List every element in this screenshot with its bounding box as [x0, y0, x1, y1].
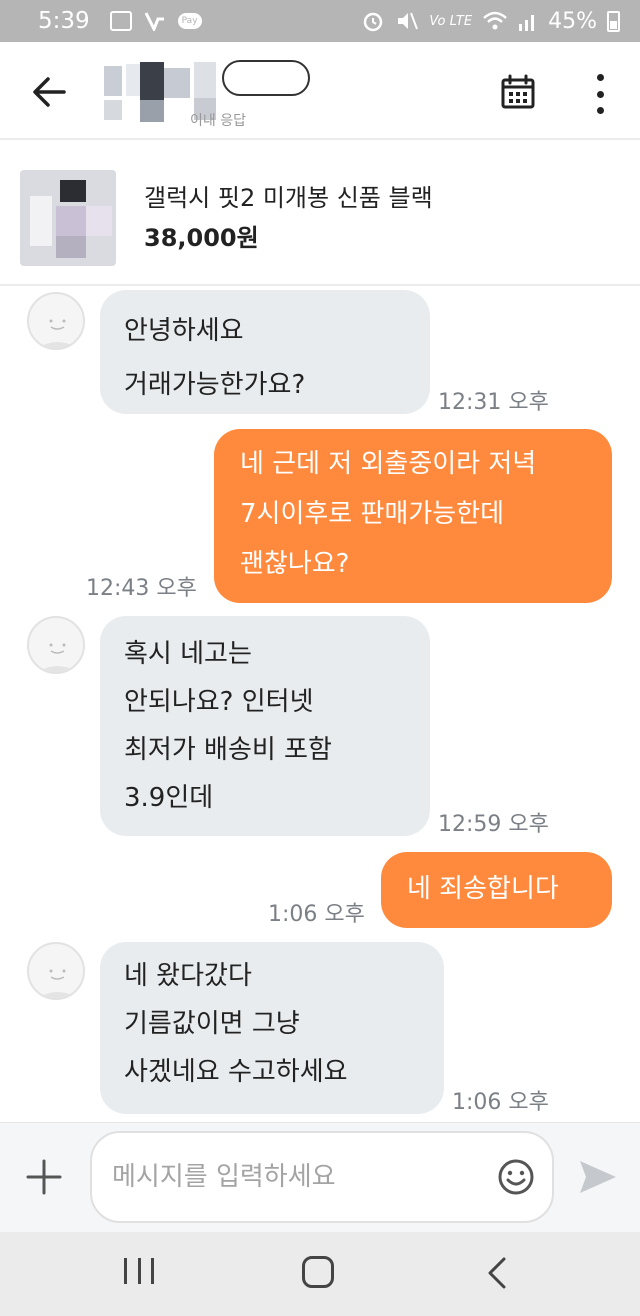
message-line: 3.9인데 [124, 783, 214, 813]
message-line: 네 근데 저 외출중이라 저녁 [240, 449, 537, 479]
message-line: 혹시 네고는 [124, 639, 252, 669]
emoji-icon[interactable] [496, 1157, 536, 1197]
message-time: 12:31 오후 [438, 390, 549, 415]
partner-avatar[interactable] [27, 616, 85, 674]
product-summary[interactable]: 갤럭시 핏2 미개봉 신품 블랙 38,000원 [0, 140, 640, 286]
alarm-icon [364, 12, 383, 32]
volte-icon: Vo LTE [429, 13, 473, 29]
partner-avatar[interactable] [27, 942, 85, 1000]
message-composer [0, 1122, 640, 1232]
product-thumbnail [20, 170, 116, 266]
message-time: 12:59 오후 [438, 812, 549, 837]
message-time: 1:06 오후 [452, 1090, 549, 1115]
arrow-left-icon[interactable] [30, 72, 70, 112]
message-line: 네 왔다갔다 [124, 961, 252, 991]
incoming-message[interactable]: 혹시 네고는 안되나요? 인터넷 최저가 배송비 포함 3.9인데 [100, 616, 430, 836]
default-avatar-icon [38, 319, 78, 348]
message-line: 안녕하세요 [124, 316, 244, 346]
message-list[interactable]: 안녕하세요 거래가능한가요? 12:31 오후 12:43 오후 네 근데 저 … [0, 286, 640, 1122]
message-line: 거래가능한가요? [124, 370, 306, 400]
signal-icon [519, 15, 535, 31]
product-title: 갤럭시 핏2 미개봉 신품 블랙 [144, 184, 433, 212]
incoming-message[interactable]: 네 왔다갔다 기름값이면 그냥 사겠네요 수고하세요 [100, 942, 444, 1114]
calendar-icon[interactable] [500, 74, 536, 110]
status-bar: 5:39 Pay Vo LTE 45% [0, 0, 640, 42]
recent-apps-icon[interactable] [124, 1258, 154, 1288]
message-time: 12:43 오후 [86, 576, 197, 601]
product-price: 38,000원 [144, 224, 259, 252]
send-icon[interactable] [578, 1159, 618, 1195]
status-time: 5:39 [38, 8, 90, 34]
message-time: 1:06 오후 [268, 902, 365, 927]
message-line: 네 죄송합니다 [407, 874, 559, 904]
mute-icon [398, 12, 419, 30]
outgoing-message[interactable]: 네 죄송합니다 [381, 852, 612, 928]
home-icon[interactable] [302, 1256, 334, 1288]
default-avatar-icon [38, 643, 78, 672]
system-nav-bar [0, 1232, 640, 1316]
wifi-icon [483, 11, 507, 30]
partner-avatar[interactable] [27, 292, 85, 350]
battery-icon [607, 10, 620, 32]
message-line: 최저가 배송비 포함 [124, 735, 332, 765]
message-line: 괜찮나요? [240, 549, 350, 579]
app-notification-icon [144, 12, 164, 31]
more-vertical-icon[interactable] [588, 74, 612, 114]
outgoing-message[interactable]: 네 근데 저 외출중이라 저녁 7시이후로 판매가능한데 괜찮나요? [214, 429, 612, 603]
message-line: 기름값이면 그냥 [124, 1009, 300, 1039]
message-field[interactable] [90, 1131, 554, 1223]
message-line: 7시이후로 판매가능한데 [240, 499, 505, 529]
message-line: 사겠네요 수고하세요 [124, 1057, 348, 1087]
response-pill [222, 60, 310, 96]
message-line: 안되나요? 인터넷 [124, 687, 314, 717]
system-back-icon[interactable] [486, 1256, 508, 1290]
default-avatar-icon [38, 969, 78, 998]
response-time-label: 이내 응답 [190, 113, 246, 129]
plus-icon[interactable] [24, 1157, 64, 1197]
gallery-icon [109, 11, 132, 31]
pay-icon: Pay [177, 13, 202, 29]
message-input[interactable] [112, 1155, 482, 1199]
battery-percent: 45% [548, 8, 597, 34]
incoming-message[interactable]: 안녕하세요 거래가능한가요? [100, 290, 430, 414]
chat-header: 이내 응답 [0, 42, 640, 140]
